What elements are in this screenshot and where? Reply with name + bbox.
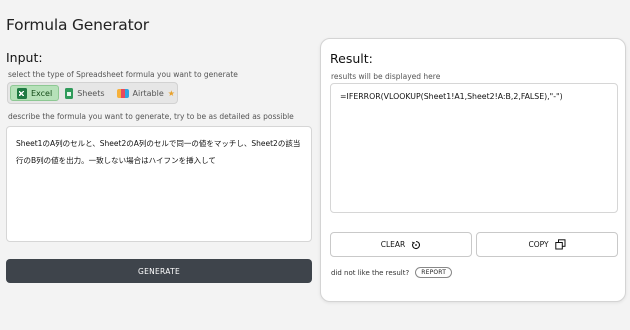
feedback-row: did not like the result? REPORT [331,267,453,278]
type-option-label: Sheets [77,88,105,98]
reset-icon [411,240,421,250]
excel-icon [17,87,27,99]
type-option-label: Excel [31,88,53,98]
type-option-sheets[interactable]: Sheets [59,85,110,101]
report-button[interactable]: REPORT [415,267,453,278]
type-option-label: Airtable [132,88,164,98]
feedback-text: did not like the result? [331,268,410,277]
copy-button[interactable]: COPY [476,232,618,257]
app-title: Formula Generator [6,16,149,34]
describe-hint: describe the formula you want to generat… [8,112,294,121]
result-formula: =IFERROR(VLOOKUP(Sheet1!A1,Sheet2!A:B,2,… [340,92,563,101]
sheets-icon [65,87,74,99]
clear-button[interactable]: CLEAR [330,232,472,257]
airtable-icon [116,88,129,98]
type-option-excel[interactable]: Excel [10,85,60,101]
result-heading: Result: [330,51,373,66]
result-panel: Result: results will be displayed here =… [320,38,626,302]
description-textarea[interactable]: Sheet1のA列のセルと、Sheet2のA列のセルで同一の値をマッチし、She… [6,126,312,242]
result-hint: results will be displayed here [331,72,441,81]
star-icon: ★ [167,88,175,98]
result-output[interactable]: =IFERROR(VLOOKUP(Sheet1!A1,Sheet2!A:B,2,… [330,83,618,213]
input-heading: Input: [6,50,43,65]
clear-label: CLEAR [380,240,406,249]
copy-icon [554,239,566,250]
generate-button[interactable]: GENERATE [6,259,312,283]
type-hint: select the type of Spreadsheet formula y… [8,70,238,79]
formula-type-selector: Excel Sheets Airtable ★ [7,82,178,104]
description-text: Sheet1のA列のセルと、Sheet2のA列のセルで同一の値をマッチし、She… [16,139,301,165]
type-option-airtable[interactable]: Airtable ★ [111,85,181,101]
copy-label: COPY [528,240,549,249]
